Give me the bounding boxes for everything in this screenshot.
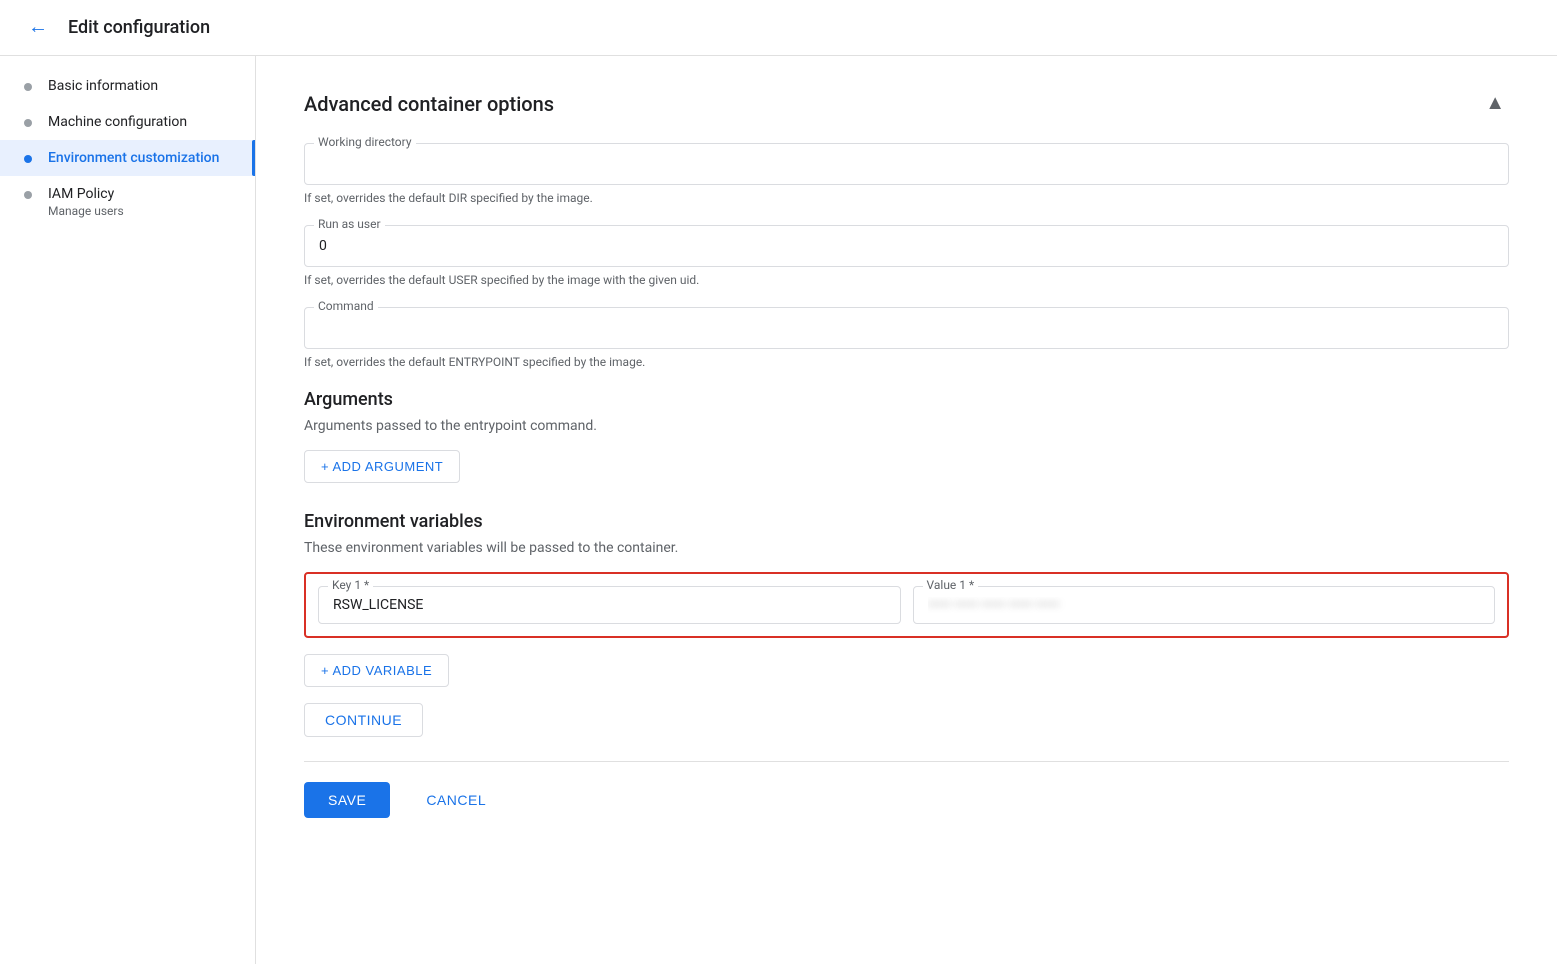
sidebar-item-basic[interactable]: Basic information: [0, 68, 255, 104]
env-val-field-1: Value 1 *: [913, 586, 1496, 624]
env-key-label-1: Key 1 *: [328, 578, 373, 592]
sidebar-dot: [24, 155, 32, 163]
layout: Basic information Machine configuration …: [0, 56, 1557, 964]
cancel-button[interactable]: CANCEL: [402, 782, 510, 818]
add-variable-button[interactable]: + ADD VARIABLE: [304, 654, 449, 687]
env-key-field-1: Key 1 *: [318, 586, 901, 624]
command-hint: If set, overrides the default ENTRYPOINT…: [304, 355, 1509, 369]
section-header: Advanced container options ▲: [304, 88, 1509, 119]
arguments-section: Arguments Arguments passed to the entryp…: [304, 389, 1509, 483]
sidebar-item-label: Basic information: [48, 78, 231, 94]
run-as-user-field-row: Run as user: [304, 225, 1509, 267]
back-button[interactable]: ←: [24, 12, 52, 43]
command-group: Command If set, overrides the default EN…: [304, 307, 1509, 369]
sidebar: Basic information Machine configuration …: [0, 56, 256, 964]
arguments-desc: Arguments passed to the entrypoint comma…: [304, 418, 1509, 434]
arguments-title: Arguments: [304, 389, 1509, 410]
working-directory-group: Working directory If set, overrides the …: [304, 143, 1509, 205]
sidebar-item-label: Environment customization: [48, 150, 231, 166]
continue-button[interactable]: CONTINUE: [304, 703, 423, 737]
save-button[interactable]: SAVE: [304, 782, 390, 818]
chevron-up-icon: ▲: [1485, 92, 1505, 115]
bottom-actions: SAVE CANCEL: [304, 761, 1509, 818]
main-content: Advanced container options ▲ Working dir…: [256, 56, 1557, 964]
sidebar-item-label: IAM Policy: [48, 186, 231, 202]
page-title: Edit configuration: [68, 17, 210, 38]
env-val-label-1: Value 1 *: [923, 578, 979, 592]
command-input[interactable]: [304, 307, 1509, 349]
working-directory-hint: If set, overrides the default DIR specif…: [304, 191, 1509, 205]
working-directory-label: Working directory: [314, 135, 416, 149]
sidebar-dot: [24, 83, 32, 91]
command-label: Command: [314, 299, 378, 313]
env-var-row-1: Key 1 * Value 1 *: [304, 572, 1509, 638]
add-argument-button[interactable]: + ADD ARGUMENT: [304, 450, 460, 483]
add-variable-label: + ADD VARIABLE: [321, 663, 432, 678]
add-argument-label: + ADD ARGUMENT: [321, 459, 443, 474]
sidebar-item-iam[interactable]: IAM Policy Manage users: [0, 176, 255, 228]
sidebar-dot: [24, 119, 32, 127]
run-as-user-input[interactable]: [304, 225, 1509, 267]
run-as-user-label: Run as user: [314, 217, 385, 231]
section-title: Advanced container options: [304, 92, 554, 116]
sidebar-item-env[interactable]: Environment customization: [0, 140, 255, 176]
env-vars-title: Environment variables: [304, 511, 1509, 532]
working-directory-field-row: Working directory: [304, 143, 1509, 185]
env-vars-desc: These environment variables will be pass…: [304, 540, 1509, 556]
sidebar-item-sublabel: Manage users: [48, 204, 231, 218]
command-field-row: Command: [304, 307, 1509, 349]
sidebar-dot: [24, 191, 32, 199]
app-header: ← Edit configuration: [0, 0, 1557, 56]
env-val-input-1[interactable]: [913, 586, 1496, 624]
working-directory-input[interactable]: [304, 143, 1509, 185]
sidebar-item-machine[interactable]: Machine configuration: [0, 104, 255, 140]
actions-row: CONTINUE: [304, 703, 1509, 737]
env-key-input-1[interactable]: [318, 586, 901, 624]
collapse-button[interactable]: ▲: [1481, 88, 1509, 119]
sidebar-item-label: Machine configuration: [48, 114, 231, 130]
run-as-user-group: Run as user If set, overrides the defaul…: [304, 225, 1509, 287]
env-vars-section: Environment variables These environment …: [304, 511, 1509, 737]
back-icon: ←: [28, 16, 48, 39]
run-as-user-hint: If set, overrides the default USER speci…: [304, 273, 1509, 287]
